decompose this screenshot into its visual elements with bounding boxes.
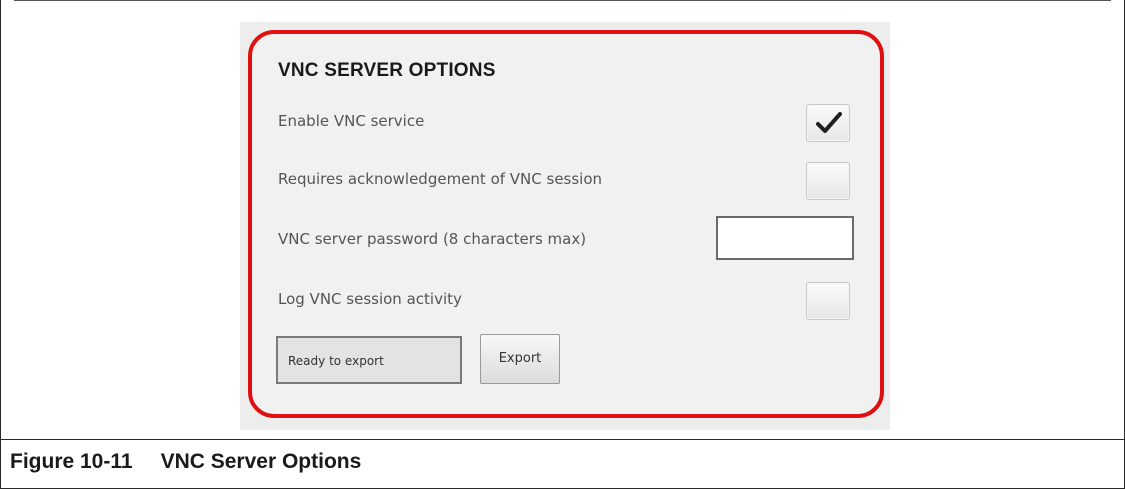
password-input[interactable] bbox=[716, 216, 854, 260]
export-status-field: Ready to export bbox=[276, 336, 462, 384]
panel-title: VNC SERVER OPTIONS bbox=[278, 60, 496, 81]
ack-session-checkbox[interactable] bbox=[806, 162, 850, 200]
figure-title: VNC Server Options bbox=[160, 450, 362, 473]
checkmark-icon bbox=[816, 112, 842, 133]
export-button[interactable]: Export bbox=[480, 334, 560, 384]
enable-vnc-checkbox[interactable] bbox=[806, 104, 850, 142]
figure-caption: Figure 10-11 VNC Server Options bbox=[10, 450, 361, 474]
ack-session-label: Requires acknowledgement of VNC session bbox=[278, 170, 603, 188]
log-activity-label: Log VNC session activity bbox=[278, 290, 462, 308]
enable-vnc-label: Enable VNC service bbox=[278, 112, 425, 130]
top-divider bbox=[14, 0, 1111, 1]
figure-number: Figure 10-11 bbox=[10, 450, 133, 473]
log-activity-checkbox[interactable] bbox=[806, 282, 850, 320]
password-label: VNC server password (8 characters max) bbox=[278, 230, 587, 248]
caption-divider bbox=[0, 439, 1125, 440]
